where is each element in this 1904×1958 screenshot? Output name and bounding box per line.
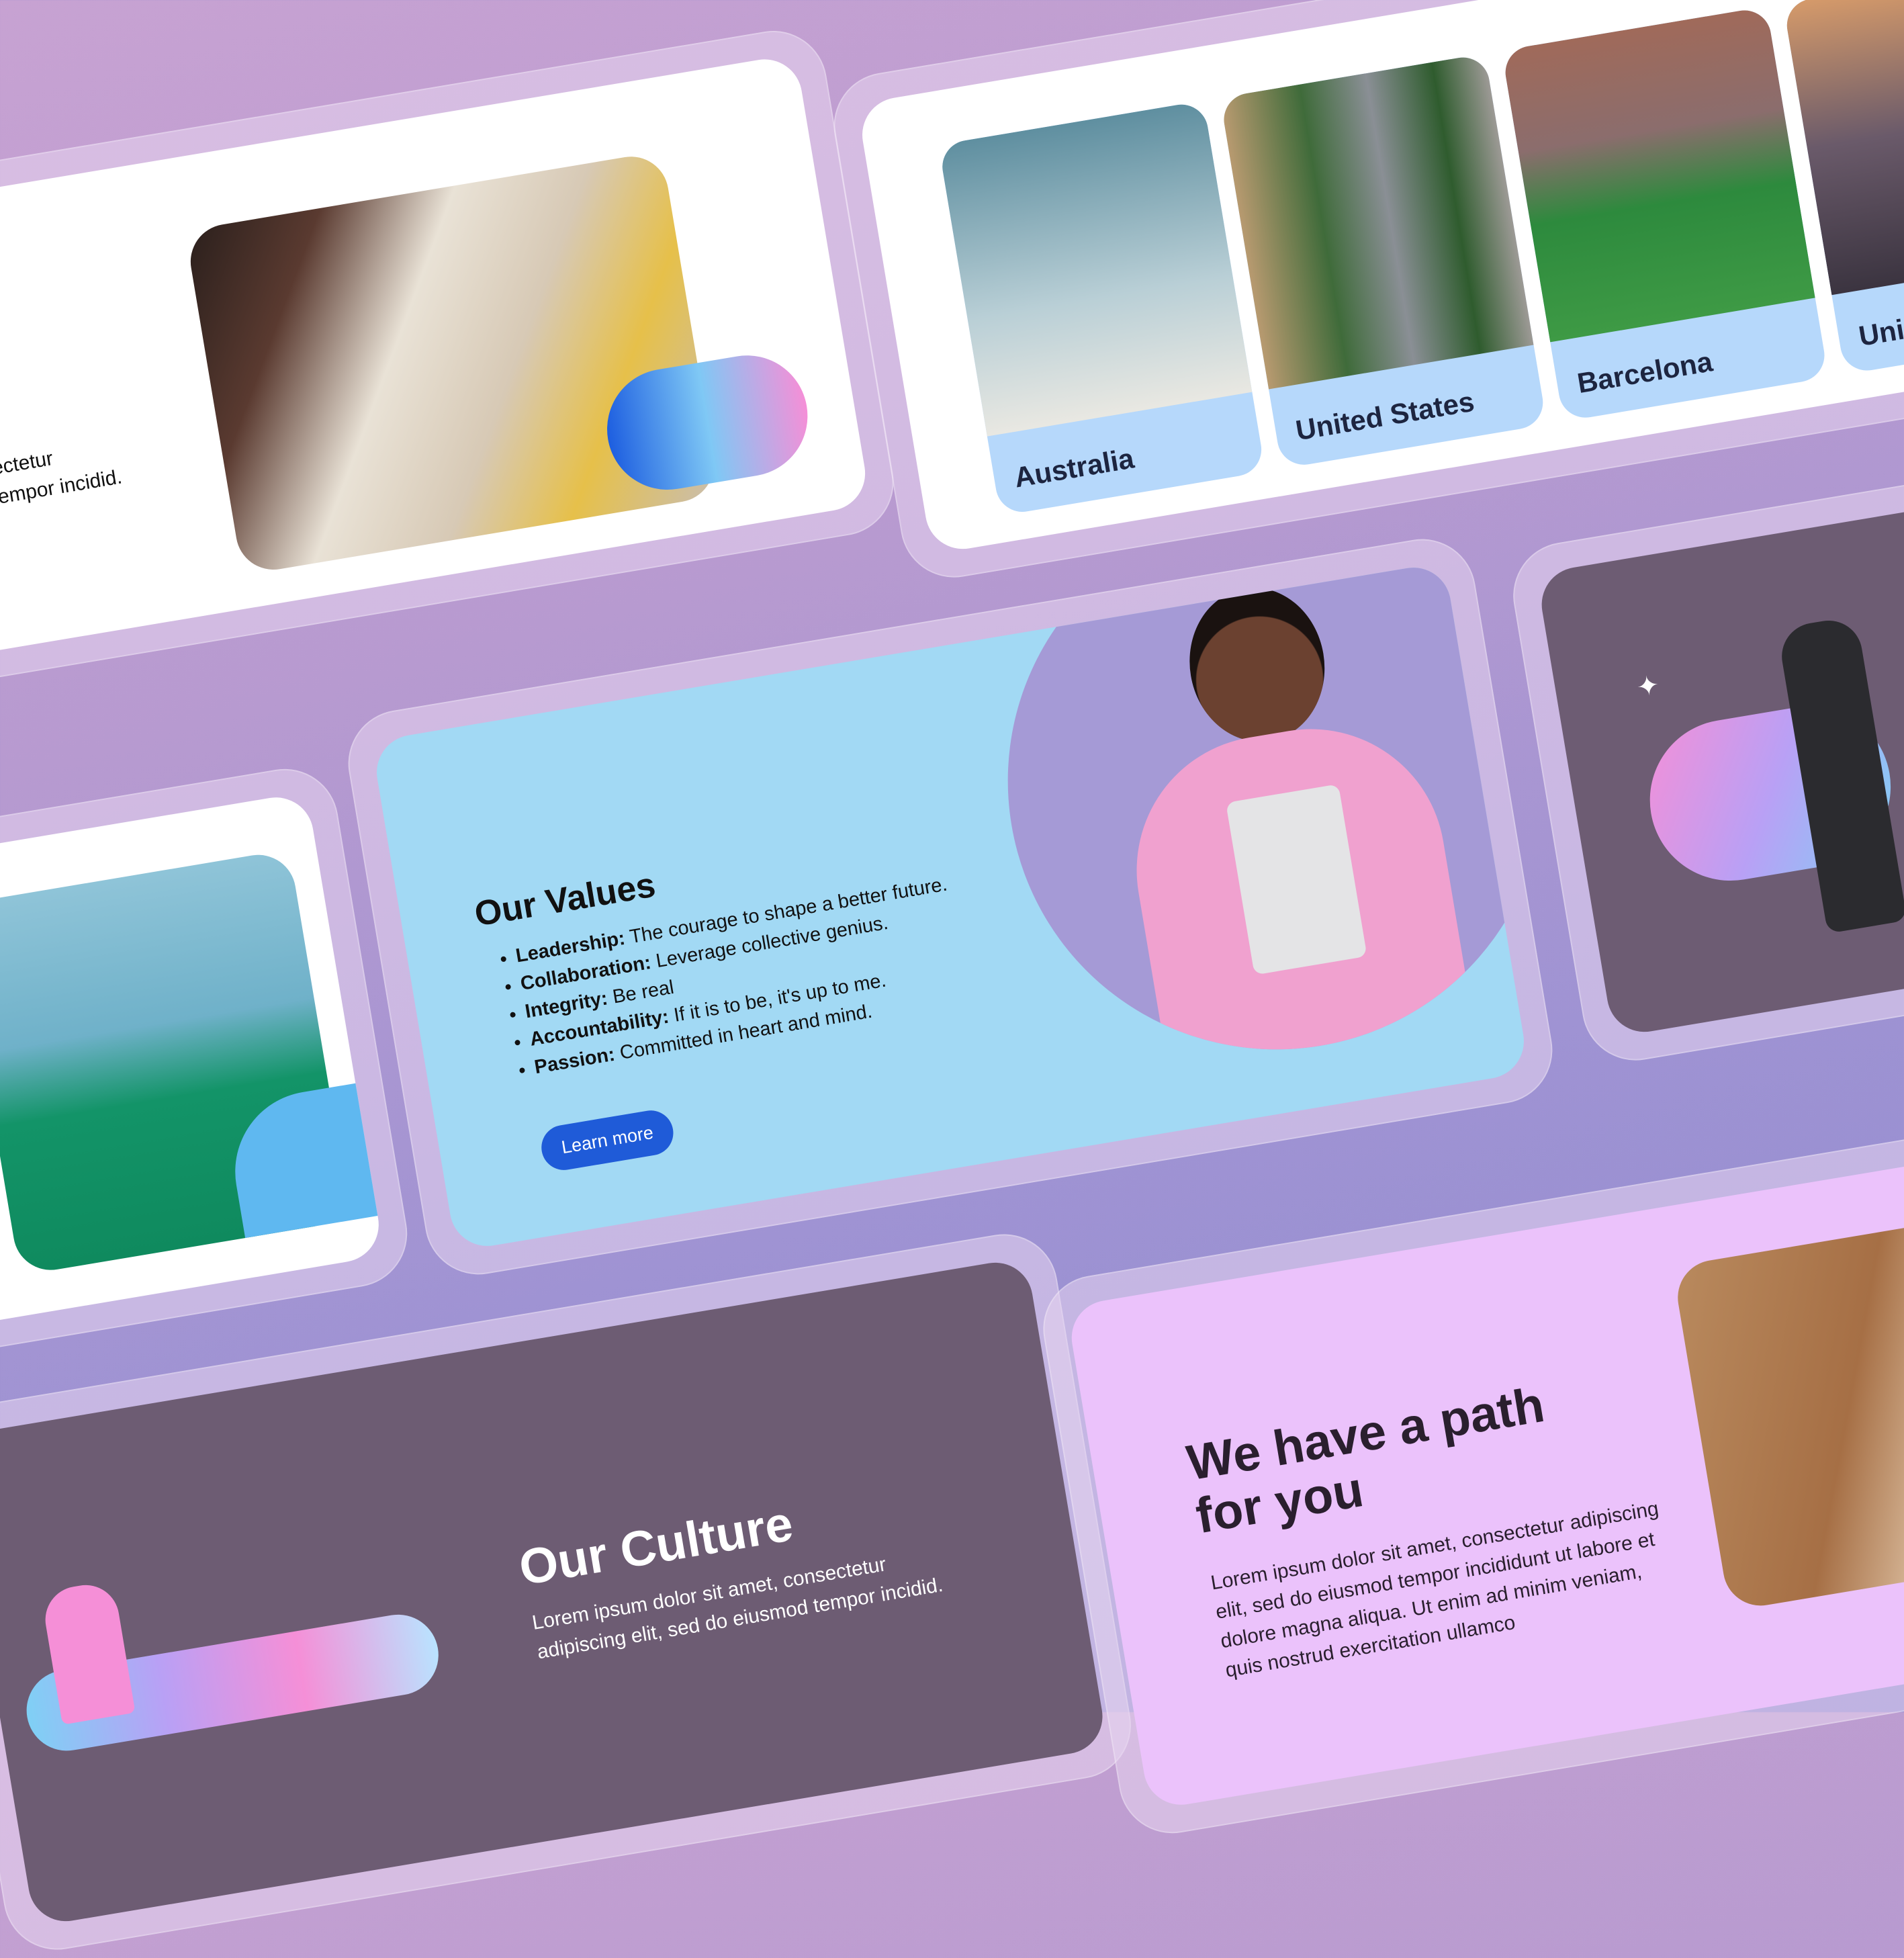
destination-label: Australia [1011, 442, 1136, 494]
destination-label: Uni [1856, 313, 1904, 353]
destination-label: United States [1293, 385, 1477, 447]
culture-slide-frame: Our Culture Lorem ipsum dolor sit amet, … [0, 1226, 1140, 1958]
team-slide-frame: re t, consectetur smod tempor incidid. [0, 22, 902, 690]
path-slide: We have a path for you Lorem ipsum dolor… [1066, 1145, 1904, 1811]
team-slide: re t, consectetur smod tempor incidid. [0, 53, 871, 659]
slide-heading: re [0, 359, 2, 418]
vr-slide-frame: ✦ [1505, 463, 1904, 1069]
destination-label: Barcelona [1575, 345, 1715, 400]
vr-slide: ✦ [1536, 494, 1904, 1038]
destination-card-barcelona[interactable]: Barcelona [1501, 6, 1829, 422]
values-slide-frame: Our Values Leadership: The courage to sh… [340, 531, 1561, 1283]
values-slide: Our Values Leadership: The courage to sh… [371, 562, 1530, 1252]
path-slide-frame: We have a path for you Lorem ipsum dolor… [1035, 1114, 1904, 1842]
person-head [1178, 577, 1336, 752]
destination-card-australia[interactable]: Australia [938, 100, 1266, 517]
stadium-photo [1501, 6, 1815, 343]
destinations-slide: Australia United States Barcelona Uni [856, 0, 1904, 555]
portrait-circle [967, 562, 1530, 1090]
culture-slide: Our Culture Lorem ipsum dolor sit amet, … [0, 1257, 1108, 1927]
city-street-photo [1220, 53, 1534, 390]
sparkle-icon: ✦ [1634, 670, 1662, 703]
learn-more-button[interactable]: Learn more [538, 1107, 677, 1173]
destinations-slide-frame: Australia United States Barcelona Uni [825, 0, 1904, 586]
opera-house-photo [938, 100, 1253, 437]
woman-on-couch-photo [1672, 1200, 1904, 1611]
person-slide-frame [0, 760, 416, 1376]
team-meeting-photo [185, 150, 720, 576]
person-slide [0, 791, 385, 1345]
destination-card-united-states[interactable]: United States [1220, 53, 1547, 469]
slide-body: t, consectetur smod tempor incidid. [0, 433, 124, 522]
